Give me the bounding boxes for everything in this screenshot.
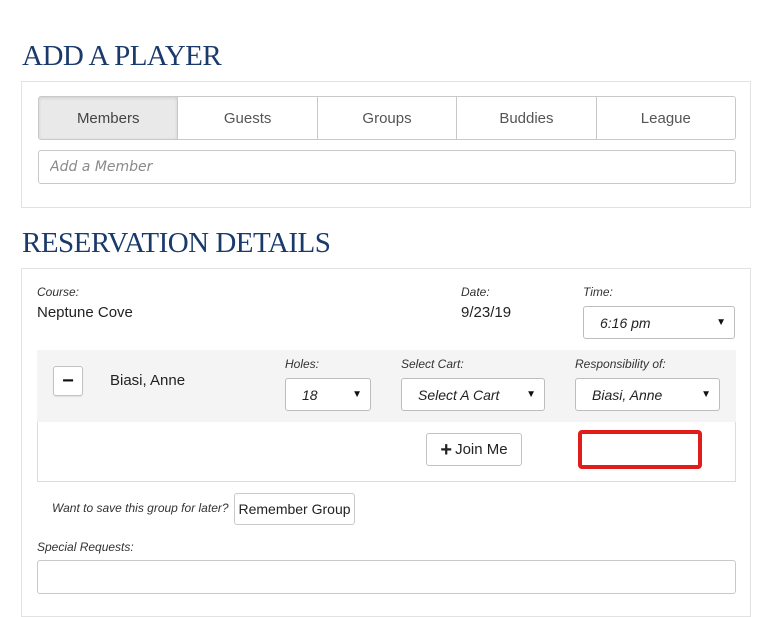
add-player-panel: Members Guests Groups Buddies League: [21, 81, 751, 208]
reservation-details-title: RESERVATION DETAILS: [22, 227, 331, 259]
time-label: Time:: [583, 285, 613, 299]
date-value: 9/23/19: [461, 304, 512, 321]
course-label: Course:: [37, 285, 80, 299]
tab-buddies[interactable]: Buddies: [457, 97, 597, 139]
tab-groups[interactable]: Groups: [317, 97, 458, 139]
date-label: Date:: [461, 285, 490, 299]
reservation-details-panel: Course: Neptune Cove Date: 9/23/19 Time:…: [21, 268, 751, 617]
join-me-label: Join Me: [455, 441, 508, 458]
highlight-box: [578, 430, 702, 469]
tab-league[interactable]: League: [596, 97, 735, 139]
holes-select[interactable]: 18 ▼: [285, 378, 371, 411]
join-row: + Join Me: [37, 422, 736, 482]
responsibility-select-value: Biasi, Anne: [592, 386, 663, 403]
caret-down-icon: ▼: [701, 389, 711, 400]
holes-select-value: 18: [302, 386, 318, 403]
course-value: Neptune Cove: [37, 304, 133, 321]
special-requests-label: Special Requests:: [37, 540, 134, 554]
special-requests-input[interactable]: [37, 560, 736, 594]
add-member-input[interactable]: [38, 150, 736, 184]
cart-label: Select Cart:: [401, 357, 464, 371]
add-player-title: ADD A PLAYER: [22, 40, 222, 72]
caret-down-icon: ▼: [526, 389, 536, 400]
cart-select-value: Select A Cart: [418, 386, 500, 403]
responsibility-select[interactable]: Biasi, Anne ▼: [575, 378, 720, 411]
join-me-button[interactable]: + Join Me: [426, 433, 522, 466]
time-select-value: 6:16 pm: [600, 314, 651, 331]
player-name: Biasi, Anne: [110, 372, 186, 389]
tab-members[interactable]: Members: [39, 97, 179, 139]
remember-group-button[interactable]: Remember Group: [234, 493, 355, 525]
minus-icon: −: [62, 369, 74, 392]
cart-select[interactable]: Select A Cart ▼: [401, 378, 545, 411]
caret-down-icon: ▼: [716, 317, 726, 328]
remove-player-button[interactable]: −: [53, 366, 83, 396]
holes-label: Holes:: [285, 357, 320, 371]
save-group-prompt: Want to save this group for later?: [52, 501, 229, 515]
caret-down-icon: ▼: [352, 389, 362, 400]
player-row: − Biasi, Anne Holes: 18 ▼ Select Cart: S…: [37, 350, 736, 422]
plus-icon: +: [440, 438, 453, 461]
player-type-tabs: Members Guests Groups Buddies League: [38, 96, 736, 140]
tab-guests[interactable]: Guests: [178, 97, 318, 139]
time-select[interactable]: 6:16 pm ▼: [583, 306, 735, 339]
responsibility-label: Responsibility of:: [575, 357, 666, 371]
